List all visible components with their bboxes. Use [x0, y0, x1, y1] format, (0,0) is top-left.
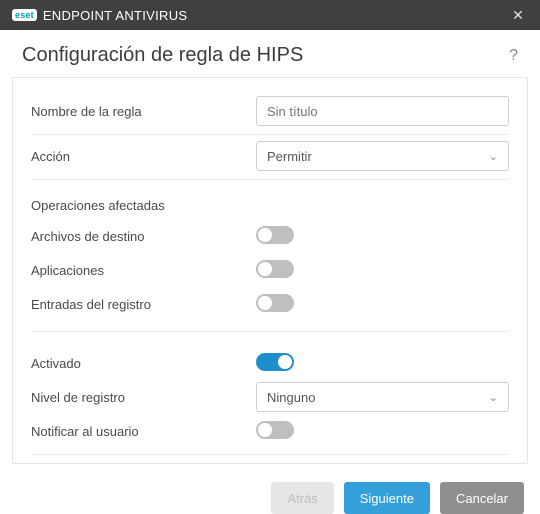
applications-toggle[interactable]: [256, 260, 294, 278]
page-title: Configuración de regla de HIPS: [22, 44, 303, 67]
target-files-label: Archivos de destino: [31, 229, 256, 244]
brand-badge: eset: [12, 9, 37, 21]
row-applications: Aplicaciones: [31, 253, 509, 287]
footer: Atrás Siguiente Cancelar: [0, 464, 540, 514]
chevron-down-icon: ⌄: [489, 391, 498, 404]
rule-name-input[interactable]: [256, 96, 509, 126]
row-activated: Activado: [31, 346, 509, 380]
row-notify-user: Notificar al usuario: [31, 414, 509, 448]
back-button: Atrás: [271, 482, 333, 514]
separator: [31, 331, 509, 332]
titlebar: eset ENDPOINT ANTIVIRUS ✕: [0, 0, 540, 30]
close-icon[interactable]: ✕: [506, 7, 530, 24]
rule-name-label: Nombre de la regla: [31, 104, 256, 119]
notify-user-label: Notificar al usuario: [31, 424, 256, 439]
separator: [31, 454, 509, 455]
activated-label: Activado: [31, 356, 256, 371]
action-value: Permitir: [267, 149, 312, 164]
log-level-value: Ninguno: [267, 390, 315, 405]
action-label: Acción: [31, 149, 256, 164]
next-button[interactable]: Siguiente: [344, 482, 430, 514]
activated-toggle[interactable]: [256, 353, 294, 371]
row-log-level: Nivel de registro Ninguno ⌄: [31, 380, 509, 414]
action-select[interactable]: Permitir ⌄: [256, 141, 509, 171]
row-registry: Entradas del registro: [31, 287, 509, 321]
settings-panel: Nombre de la regla Acción Permitir ⌄ Ope…: [12, 77, 528, 464]
row-target-files: Archivos de destino: [31, 219, 509, 253]
chevron-down-icon: ⌄: [489, 150, 498, 163]
log-level-select[interactable]: Ninguno ⌄: [256, 382, 509, 412]
header: Configuración de regla de HIPS ?: [0, 30, 540, 77]
separator: [31, 134, 509, 135]
notify-user-toggle[interactable]: [256, 421, 294, 439]
row-rule-name: Nombre de la regla: [31, 94, 509, 128]
cancel-button[interactable]: Cancelar: [440, 482, 524, 514]
log-level-label: Nivel de registro: [31, 390, 256, 405]
row-action: Acción Permitir ⌄: [31, 139, 509, 173]
registry-entries-toggle[interactable]: [256, 294, 294, 312]
applications-label: Aplicaciones: [31, 263, 256, 278]
product-name: ENDPOINT ANTIVIRUS: [43, 8, 188, 23]
separator: [31, 179, 509, 180]
target-files-toggle[interactable]: [256, 226, 294, 244]
help-icon[interactable]: ?: [509, 47, 518, 65]
registry-entries-label: Entradas del registro: [31, 297, 256, 312]
affected-ops-title: Operaciones afectadas: [31, 184, 509, 219]
